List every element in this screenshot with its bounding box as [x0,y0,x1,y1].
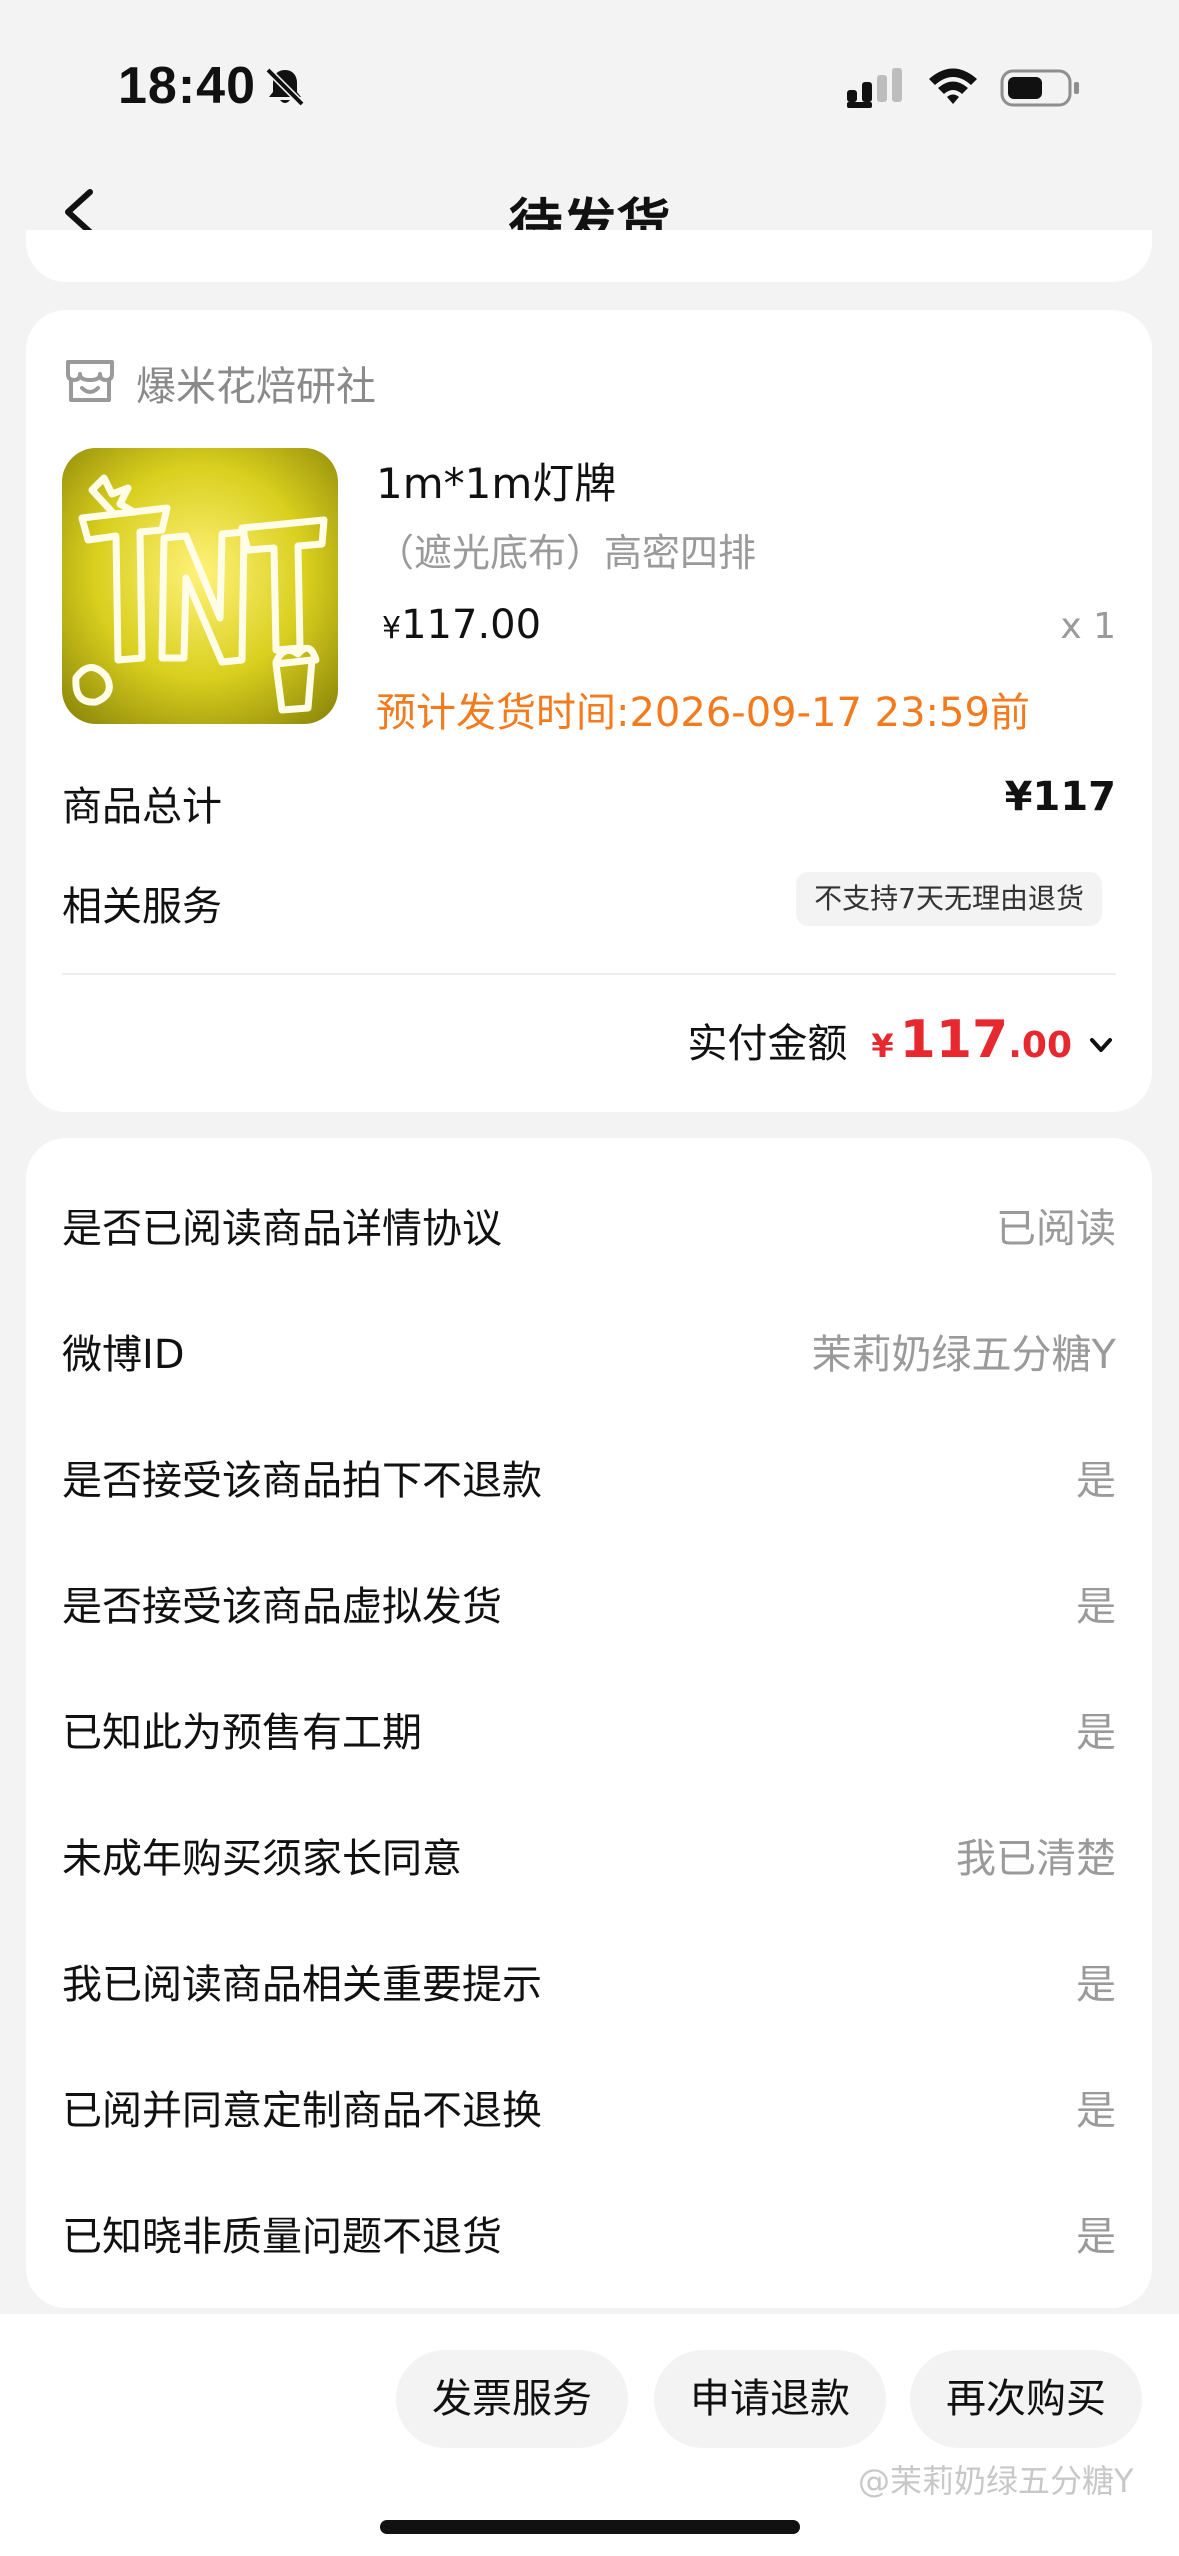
shop-icon [66,360,114,402]
paid-amount-row[interactable]: 实付金额 ¥ 117 .00 [687,1010,1116,1080]
previous-card-edge [26,230,1152,282]
request-refund-button[interactable]: 申请退款 [654,2350,886,2448]
service-tag: 不支持7天无理由退货 [796,872,1102,926]
battery-icon [1000,69,1079,107]
shop-name: 爆米花焙研社 [136,364,376,410]
divider [62,973,1116,975]
status-bar: 18:40 [0,0,1179,170]
info-label: 是否已阅读商品详情协议 [62,1206,502,1252]
info-row: 已知晓非质量问题不退货 是 [62,2204,1116,2274]
chevron-down-icon[interactable] [1086,1030,1116,1060]
product-thumbnail[interactable] [62,448,338,724]
info-row: 我已阅读商品相关重要提示 是 [62,1952,1116,2022]
invoice-service-button[interactable]: 发票服务 [396,2350,628,2448]
info-value: 是 [1076,1584,1116,1630]
info-label: 未成年购买须家长同意 [62,1836,462,1882]
paid-label: 实付金额 [687,1021,848,1067]
neon-sign-image [62,448,338,724]
price-currency: ¥ [382,611,402,646]
info-value: 是 [1076,1458,1116,1504]
total-label: 商品总计 [62,784,222,830]
buy-again-button[interactable]: 再次购买 [910,2350,1142,2448]
info-row: 是否已阅读商品详情协议 已阅读 [62,1196,1116,1266]
order-info-card: 是否已阅读商品详情协议 已阅读 微博ID 茉莉奶绿五分糖Y 是否接受该商品拍下不… [26,1138,1152,2308]
info-row: 已阅并同意定制商品不退换 是 [62,2078,1116,2148]
info-label: 已阅并同意定制商品不退换 [62,2088,542,2134]
paid-integer: 117 [899,1010,1009,1070]
product-quantity: x 1 [1060,606,1116,647]
order-card: 爆米花焙研社 1m*1m灯牌 （遮光底布）高密四排 ¥117.00 x 1 预计… [26,310,1152,1112]
paid-currency: ¥ [871,1027,894,1065]
info-label: 已知此为预售有工期 [62,1710,422,1756]
info-value: 我已清楚 [956,1836,1116,1882]
cellular-signal-icon [847,68,902,108]
info-value: 是 [1076,1962,1116,2008]
info-label: 是否接受该商品虚拟发货 [62,1584,502,1630]
info-value: 茉莉奶绿五分糖Y [811,1332,1116,1378]
wifi-icon [929,68,977,104]
product-spec: （遮光底布）高密四排 [376,531,757,575]
bell-off-icon [265,67,305,107]
info-label: 微博ID [62,1332,185,1378]
home-indicator[interactable] [380,2520,800,2534]
info-label: 我已阅读商品相关重要提示 [62,1962,542,2008]
paid-decimal: .00 [1008,1025,1072,1066]
bottom-action-bar: 发票服务 申请退款 再次购买 [0,2314,1179,2556]
service-label: 相关服务 [62,884,222,930]
watermark: @茉莉奶绿五分糖Y [858,2462,1134,2500]
info-value: 是 [1076,2088,1116,2134]
product-price: ¥117.00 [382,602,541,648]
status-time: 18:40 [118,57,256,115]
info-value: 已阅读 [996,1206,1116,1252]
info-row: 微博ID 茉莉奶绿五分糖Y [62,1322,1116,1392]
estimated-ship-time: 预计发货时间:2026-09-17 23:59前 [376,690,1030,736]
info-value: 是 [1076,2214,1116,2260]
info-value: 是 [1076,1710,1116,1756]
product-title: 1m*1m灯牌 [376,459,617,508]
total-value: ¥117 [1004,774,1116,820]
info-row: 是否接受该商品虚拟发货 是 [62,1574,1116,1644]
info-label: 已知晓非质量问题不退货 [62,2214,502,2260]
info-row: 已知此为预售有工期 是 [62,1700,1116,1770]
info-row: 未成年购买须家长同意 我已清楚 [62,1826,1116,1896]
info-label: 是否接受该商品拍下不退款 [62,1458,542,1504]
info-row: 是否接受该商品拍下不退款 是 [62,1448,1116,1518]
price-value: 117.00 [401,602,542,648]
